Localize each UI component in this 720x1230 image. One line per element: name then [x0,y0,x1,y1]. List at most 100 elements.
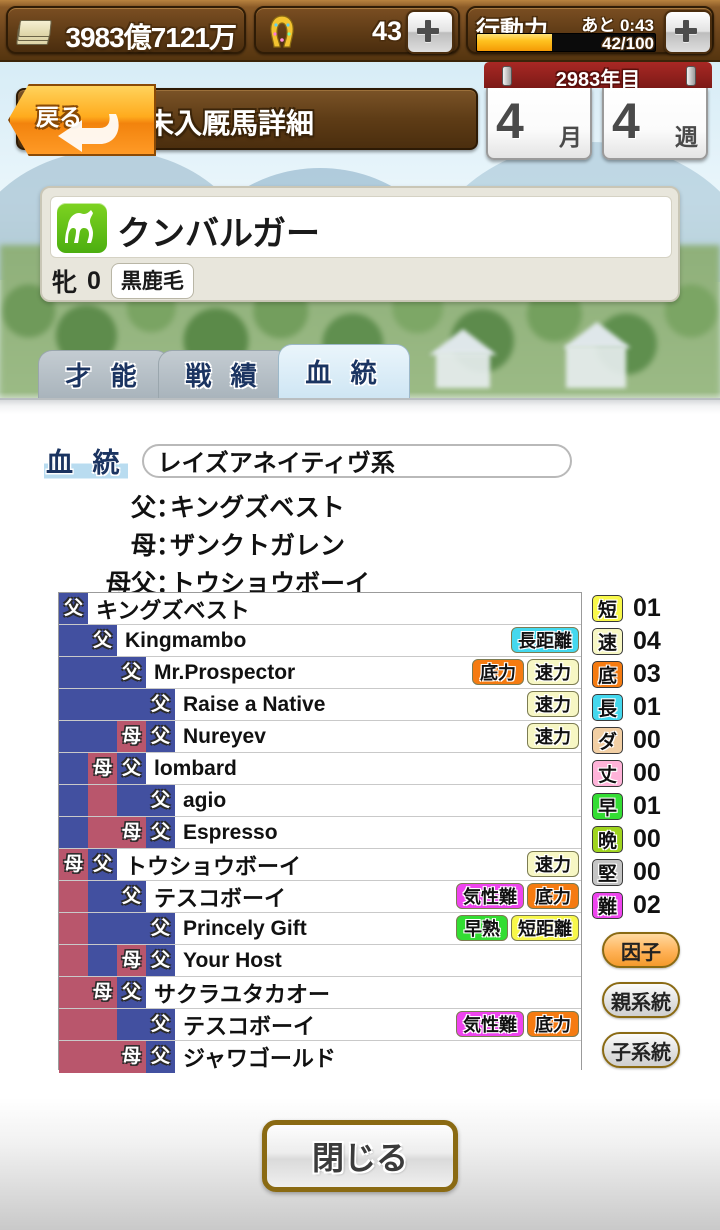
aptitude-value: 00 [633,726,661,754]
add-horseshoe-button[interactable] [406,10,454,54]
lineage-spacer [88,945,117,976]
ancestor-cell[interactable]: テスコボーイ 気性難 底力 [175,1009,581,1040]
ancestor-name: テスコボーイ [183,1013,316,1039]
pedigree-section-label: 血 統 [44,441,128,480]
pedigree-row[interactable]: 父 Raise a Native 速力 [59,689,581,721]
back-button[interactable]: 戻る [8,84,156,156]
ancestor-tag: 気性難 [456,883,524,909]
lineage-spacer [59,721,88,752]
lineage-spacer [59,913,88,944]
ancestor-tag-group: 気性難 底力 [456,1011,579,1037]
lineage-spacer [117,689,146,720]
ancestor-cell[interactable]: テスコボーイ 気性難 底力 [146,881,581,912]
horse-age: 0 [87,266,101,295]
parent-value: キングズベスト [170,494,345,522]
ancestor-cell[interactable]: Mr.Prospector 底力 速力 [146,657,581,688]
action-power-pill[interactable]: 行動力 あと 0:43 42/100 [466,6,714,54]
pedigree-row[interactable]: 父 Princely Gift 早熟 短距離 [59,913,581,945]
add-action-power-button[interactable] [664,10,712,54]
house-left [436,352,490,388]
lineage-spacer [59,657,88,688]
ancestor-cell[interactable]: キングズベスト [88,593,581,624]
money-icon [16,16,52,46]
pedigree-side-button[interactable]: 因子 [602,932,680,968]
ancestor-name: ジャワゴールド [183,1046,336,1071]
ancestor-cell[interactable]: Raise a Native 速力 [175,689,581,720]
ancestor-name: Raise a Native [183,692,326,716]
lineage-spacer [59,1041,88,1073]
pedigree-row[interactable]: 母父トウショウボーイ 速力 [59,849,581,881]
ancestor-name: トウショウボーイ [125,853,302,879]
pedigree-row[interactable]: 父 agio [59,785,581,817]
pedigree-side-button[interactable]: 子系統 [602,1032,680,1068]
pedigree-row[interactable]: 父テスコボーイ 気性難 底力 [59,881,581,913]
lineage-spacer [59,977,88,1008]
aptitude-row: 早 01 [592,790,661,823]
sire-marker-icon: 父 [146,785,175,816]
pedigree-side-button[interactable]: 親系統 [602,982,680,1018]
pedigree-row[interactable]: 母父 lombard [59,753,581,785]
ancestor-cell[interactable]: Espresso [175,817,581,848]
ancestor-cell[interactable]: Princely Gift 早熟 短距離 [175,913,581,944]
sire-marker-icon: 父 [88,625,117,656]
tab-pedigree[interactable]: 血 統 [278,344,410,398]
parent-row: 母：ザンクトガレン [44,526,374,562]
ancestor-cell[interactable]: ジャワゴールド [175,1041,581,1073]
horseshoe-pill[interactable]: 43 [254,6,460,54]
pedigree-row[interactable]: 母父 Espresso [59,817,581,849]
aptitude-value: 01 [633,594,661,622]
horseshoe-value: 43 [371,16,402,46]
calendar-ring-right [686,66,696,86]
aptitude-row: 速 04 [592,625,661,658]
ancestor-name: テスコボーイ [154,885,287,911]
aptitude-value: 00 [633,759,661,787]
pedigree-row[interactable]: 父テスコボーイ 気性難 底力 [59,1009,581,1041]
lineage-glyph: 父 [150,1014,170,1035]
lineage-spacer [59,753,88,784]
money-pill[interactable]: 3983億7121万 [6,6,246,54]
ancestor-cell[interactable]: Nureyev 速力 [175,721,581,752]
close-button[interactable]: 閉じる [262,1120,458,1192]
pedigree-row[interactable]: 母父サクラユタカオー [59,977,581,1009]
ancestor-tag: 早熟 [456,915,508,941]
lineage-spacer [117,785,146,816]
month-number: 4 [496,93,524,149]
ancestor-cell[interactable]: トウショウボーイ 速力 [117,849,581,880]
dam-marker-icon: 母 [88,753,117,784]
week-unit: 週 [675,124,698,150]
ancestor-cell[interactable]: agio [175,785,581,816]
lineage-spacer [59,785,88,816]
dam-marker-icon: 母 [117,721,146,752]
pedigree-row[interactable]: 母父ジャワゴールド [59,1041,581,1073]
ancestor-cell[interactable]: Kingmambo 長距離 [117,625,581,656]
sire-marker-icon: 父 [88,849,117,880]
pedigree-row[interactable]: 母父 Your Host [59,945,581,977]
money-value: 3983億7121万 [65,22,237,53]
close-button-label: 閉じる [311,1140,408,1176]
lineage-spacer [88,657,117,688]
ancestor-cell[interactable]: サクラユタカオー [146,977,581,1008]
dam-marker-icon: 母 [59,849,88,880]
pedigree-row[interactable]: 母父 Nureyev 速力 [59,721,581,753]
ancestor-tag: 底力 [527,1011,579,1037]
horse-attributes: 牝 0 黒鹿毛 [52,263,194,299]
lineage-spacer [88,785,117,816]
ancestor-cell[interactable]: Your Host [175,945,581,976]
pedigree-row[interactable]: 父 Mr.Prospector 底力 速力 [59,657,581,689]
ancestor-cell[interactable]: lombard [146,753,581,784]
aptitude-row: 丈 00 [592,757,661,790]
tab-talent[interactable]: 才 能 [38,350,170,398]
aptitude-badge: 丈 [592,760,623,787]
aptitude-row: 短 01 [592,592,661,625]
pedigree-row[interactable]: 父キングズベスト [59,593,581,625]
horse-name-row[interactable]: クンバルガー [50,196,672,258]
aptitude-row: 底 03 [592,658,661,691]
ancestor-tag-group: 速力 [527,723,579,749]
action-power-fraction: 42/100 [602,34,654,53]
pedigree-row[interactable]: 父 Kingmambo 長距離 [59,625,581,657]
lineage-glyph: 母 [63,854,83,875]
tab-record[interactable]: 戦 績 [158,350,290,398]
aptitude-badge: 長 [592,694,623,721]
ancestor-tag: 底力 [527,883,579,909]
parent-key: 母 [130,532,156,560]
